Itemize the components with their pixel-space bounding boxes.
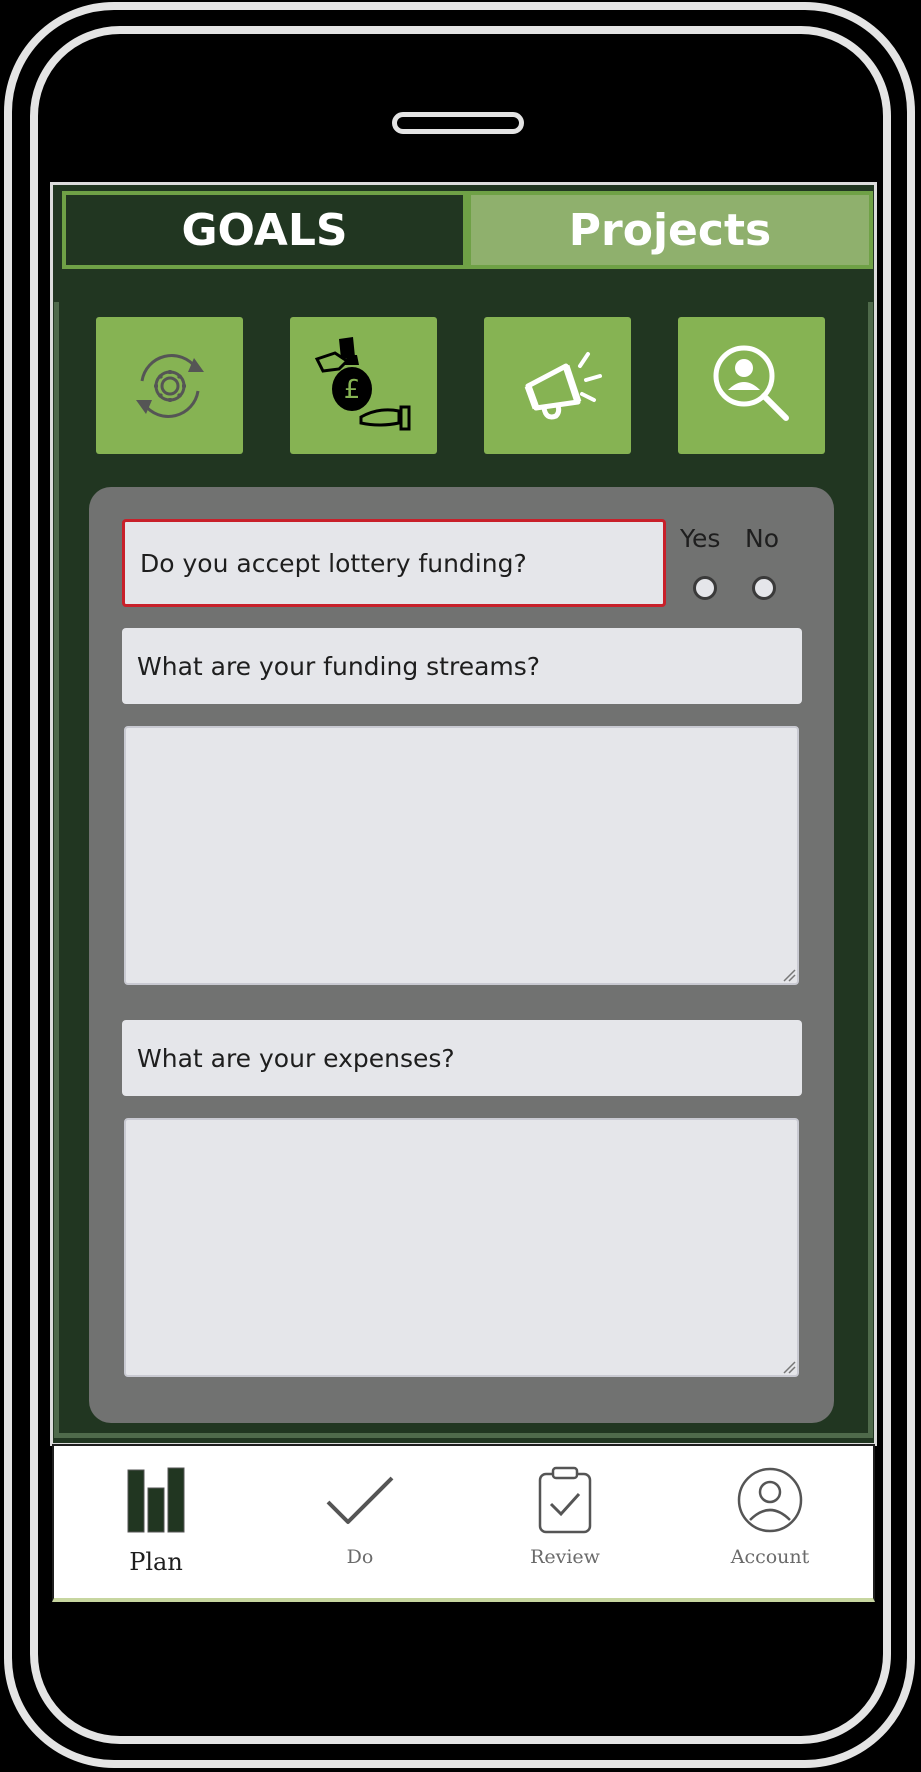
funding-tile-button[interactable]: £	[290, 317, 437, 454]
tab-goals-label: GOALS	[181, 204, 348, 256]
nav-account-label: Account	[730, 1546, 810, 1568]
user-search-tile-button[interactable]	[678, 317, 825, 454]
funding-money-bag-icon: £	[314, 336, 410, 430]
expenses-question: What are your expenses?	[122, 1020, 802, 1096]
settings-tile-button[interactable]	[96, 317, 243, 454]
lottery-funding-question-text: Do you accept lottery funding?	[140, 548, 527, 578]
expenses-textarea[interactable]	[124, 1118, 799, 1377]
settings-cycle-icon	[135, 353, 204, 418]
resize-grip-icon[interactable]	[782, 1360, 796, 1374]
bar-chart-icon	[127, 1467, 185, 1533]
nav-review-label: Review	[530, 1546, 600, 1568]
nav-item-plan[interactable]: Plan	[91, 1466, 221, 1586]
tab-goals[interactable]: GOALS	[62, 191, 467, 269]
nav-item-review[interactable]: Review	[500, 1466, 630, 1586]
user-search-icon	[713, 345, 789, 421]
lottery-yes-radio[interactable]	[693, 576, 717, 600]
funding-streams-question: What are your funding streams?	[122, 628, 802, 704]
megaphone-icon	[524, 351, 602, 419]
nav-item-account[interactable]: Account	[705, 1466, 835, 1586]
clipboard-check-icon	[538, 1466, 592, 1534]
expenses-question-text: What are your expenses?	[137, 1043, 455, 1073]
megaphone-tile-button[interactable]	[484, 317, 631, 454]
radio-yes-label: Yes	[680, 524, 721, 553]
tab-projects[interactable]: Projects	[467, 191, 873, 269]
resize-grip-icon[interactable]	[782, 968, 796, 982]
radio-no-label: No	[745, 524, 779, 553]
user-circle-icon	[737, 1467, 803, 1533]
funding-streams-textarea[interactable]	[124, 726, 799, 985]
phone-speaker	[392, 112, 524, 134]
lottery-funding-question: Do you accept lottery funding?	[122, 519, 666, 607]
svg-text:£: £	[343, 375, 360, 405]
checkmark-icon	[326, 1474, 394, 1524]
funding-streams-question-text: What are your funding streams?	[137, 651, 541, 681]
tab-projects-label: Projects	[568, 204, 772, 256]
nav-plan-label: Plan	[129, 1548, 183, 1576]
nav-do-label: Do	[346, 1546, 374, 1568]
lottery-no-radio[interactable]	[752, 576, 776, 600]
nav-item-do[interactable]: Do	[295, 1466, 425, 1586]
